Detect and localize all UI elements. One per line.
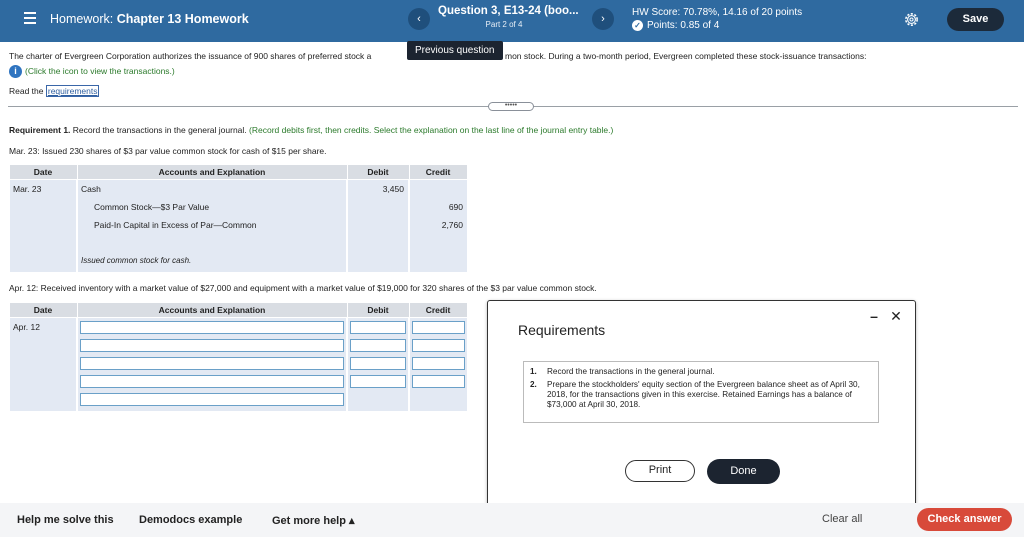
debit-input[interactable] [350,339,406,352]
item-number: 1. [530,367,537,376]
credit-cell [408,317,467,411]
get-more-help-button[interactable]: Get more help ▴ [272,514,355,527]
read-requirements: Read the requirements [9,85,100,97]
gear-icon[interactable] [903,11,920,28]
divider-handle[interactable]: ••••• [488,102,534,111]
previous-question-tooltip: Previous question [407,41,503,60]
menu-icon[interactable] [24,12,36,24]
read-prefix: Read the [9,86,44,96]
points-row: ✓ Points: 0.85 of 4 [632,20,719,31]
requirement-1-text: Record the transactions in the general j… [72,125,247,135]
account-input[interactable] [80,375,344,388]
credit-input[interactable] [412,321,465,334]
debit-input[interactable] [350,321,406,334]
hw-score: HW Score: 70.78%, 14.16 of 20 points [632,7,803,18]
account-row: Paid-In Capital in Excess of Par—Common [94,220,257,230]
check-circle-icon: ✓ [632,20,643,31]
account-row: Cash [81,184,101,194]
account-row: Common Stock—$3 Par Value [94,202,210,212]
check-answer-button[interactable]: Check answer [917,508,1012,531]
credit-input[interactable] [412,375,465,388]
close-icon[interactable]: ✕ [890,309,902,323]
demodocs-example-button[interactable]: Demodocs example [139,514,242,526]
col-credit: Credit [408,302,468,318]
account-input[interactable] [80,357,344,370]
debit-input[interactable] [350,375,406,388]
requirement-1-label: Requirement 1. [9,125,71,135]
col-debit: Debit [346,164,410,180]
col-accounts: Accounts and Explanation [76,164,348,180]
col-date: Date [8,302,78,318]
entry-date: Apr. 12 [13,322,40,332]
credit-value: 2,760 [441,220,463,230]
modal-title: Requirements [518,322,606,338]
credit-input[interactable] [412,357,465,370]
col-credit: Credit [408,164,468,180]
item-text: Prepare the stockholders' equity section… [547,380,860,409]
col-date: Date [8,164,78,180]
debit-input[interactable] [350,357,406,370]
requirement-1-hint: (Record debits first, then credits. Sele… [249,125,614,135]
list-item: 1. Record the transactions in the genera… [530,367,872,377]
question-part: Part 2 of 4 [485,20,523,29]
item-number: 2. [530,380,537,389]
top-bar: Homework: Chapter 13 Homework ‹ Question… [0,0,1024,42]
problem-text-right: mon stock. During a two-month period, Ev… [505,51,867,61]
requirements-link[interactable]: requirements [45,85,100,97]
info-icon[interactable]: i [9,65,22,78]
transactions-info-row: i (Click the icon to view the transaction… [9,65,175,78]
question-title: Question 3, E13-24 (boo... [438,5,579,17]
info-text: (Click the icon to view the transactions… [25,65,175,76]
date-cell: Apr. 12 [8,317,77,411]
chevron-left-icon[interactable]: ‹ [408,8,430,30]
requirement-1: Requirement 1. Record the transactions i… [9,125,613,135]
transaction-1-text: Mar. 23: Issued 230 shares of $3 par val… [9,146,327,156]
col-debit: Debit [346,302,410,318]
entry-explanation: Issued common stock for cash. [81,256,192,265]
save-button[interactable]: Save [947,8,1004,31]
assignment-prefix: Homework: [50,12,114,26]
chevron-right-icon[interactable]: › [592,8,614,30]
col-accounts: Accounts and Explanation [76,302,348,318]
debit-value: 3,450 [382,184,404,194]
credit-value: 690 [448,202,463,212]
assignment-title: Homework: Chapter 13 Homework [50,12,249,26]
clear-all-button[interactable]: Clear all [822,513,862,525]
date-cell: Mar. 23 [8,179,77,272]
debit-cell [346,317,409,411]
accounts-cell: Cash Common Stock—$3 Par Value Paid-In C… [76,179,347,272]
entry-date: Mar. 23 [13,184,42,194]
transaction-2-text: Apr. 12: Received inventory with a marke… [9,283,597,293]
credit-value [410,180,467,198]
minimize-icon[interactable]: – [868,309,880,323]
done-button[interactable]: Done [707,459,780,484]
account-input[interactable] [80,339,344,352]
list-item: 2. Prepare the stockholders' equity sect… [530,380,872,410]
explanation-input[interactable] [80,393,344,406]
requirements-list: 1. Record the transactions in the genera… [523,361,879,423]
bottom-bar: Help me solve this Demodocs example Get … [0,503,1024,537]
print-button[interactable]: Print [625,460,695,482]
credit-cell: 690 2,760 [408,179,467,272]
accounts-cell [76,317,347,411]
account-input[interactable] [80,321,344,334]
journal-table-mar23: Date Accounts and Explanation Debit Cred… [8,164,468,272]
points-text: Points: 0.85 of 4 [647,20,720,31]
journal-table-apr12: Date Accounts and Explanation Debit Cred… [8,302,468,411]
credit-input[interactable] [412,339,465,352]
assignment-name: Chapter 13 Homework [116,12,249,26]
requirements-modal: – ✕ Requirements 1. Record the transacti… [487,300,916,511]
debit-cell: 3,450 [346,179,409,272]
item-text: Record the transactions in the general j… [547,367,715,376]
help-me-solve-button[interactable]: Help me solve this [17,514,114,526]
problem-text-left: The charter of Evergreen Corporation aut… [9,51,372,61]
